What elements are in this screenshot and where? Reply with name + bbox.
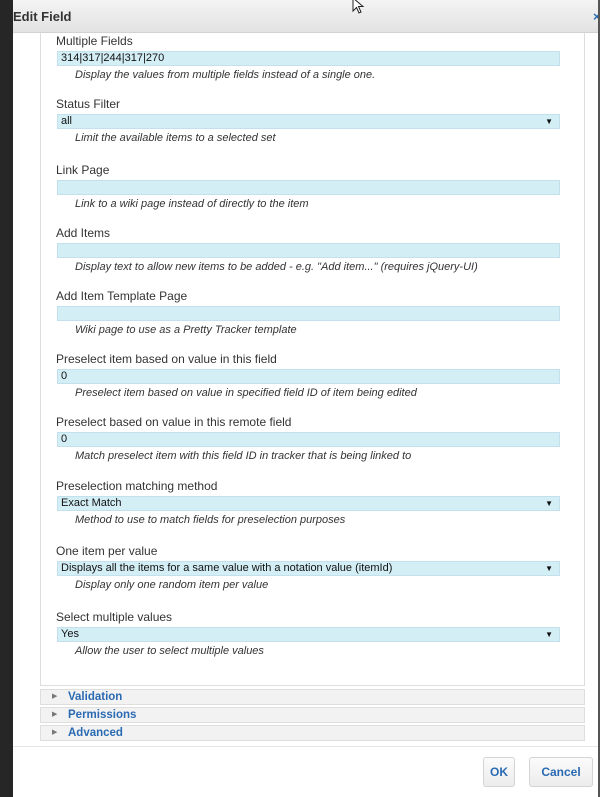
section-label: Permissions (68, 709, 137, 721)
field-label: Select multiple values (56, 610, 173, 624)
select-arrow-icon: ▼ (545, 499, 553, 508)
preselection-method-select[interactable]: Exact Match ▼ (57, 496, 560, 511)
add-item-template-page-input[interactable] (57, 306, 560, 321)
field-description: Display only one random item per value (75, 579, 269, 591)
field-label: Status Filter (56, 97, 121, 111)
dialog-title: Edit Field (13, 9, 72, 24)
field-description: Allow the user to select multiple values (75, 645, 264, 657)
field-label: Preselect item based on value in this fi… (56, 352, 277, 366)
select-arrow-icon: ▼ (545, 630, 553, 639)
preselect-remote-input[interactable]: 0 (57, 432, 560, 447)
field-description: Match preselect item with this field ID … (75, 450, 412, 462)
field-description: Limit the available items to a selected … (75, 132, 276, 144)
status-filter-select[interactable]: all ▼ (57, 114, 560, 129)
select-arrow-icon: ▼ (545, 117, 553, 126)
dialog-titlebar[interactable]: Edit Field × (13, 0, 598, 33)
field-label: Link Page (56, 163, 110, 177)
ok-button[interactable]: OK (483, 757, 515, 787)
section-permissions[interactable]: ▶ Permissions (40, 707, 585, 723)
link-page-input[interactable] (57, 180, 560, 195)
section-label: Advanced (68, 727, 123, 739)
select-value: all (61, 115, 73, 127)
field-description: Display text to allow new items to be ad… (75, 261, 478, 273)
field-description: Wiki page to use as a Pretty Tracker tem… (75, 324, 297, 336)
triangle-right-icon: ▶ (52, 711, 58, 718)
select-arrow-icon: ▼ (545, 564, 553, 573)
select-value: Yes (61, 628, 79, 640)
form-body: Multiple Fields 314|317|244|317|270 Disp… (40, 33, 585, 686)
cancel-button[interactable]: Cancel (529, 757, 593, 787)
section-label: Validation (68, 691, 123, 703)
select-multiple-values-select[interactable]: Yes ▼ (57, 627, 560, 642)
section-advanced[interactable]: ▶ Advanced (40, 725, 585, 741)
background-left-strip (0, 0, 13, 797)
field-description: Preselect item based on value in specifi… (75, 387, 417, 399)
select-value: Displays all the items for a same value … (61, 562, 393, 574)
footer-divider (13, 746, 598, 747)
triangle-right-icon: ▶ (52, 693, 58, 700)
one-item-per-value-select[interactable]: Displays all the items for a same value … (57, 561, 560, 576)
field-label: Preselect based on value in this remote … (56, 415, 292, 429)
section-validation[interactable]: ▶ Validation (40, 689, 585, 705)
field-label: Multiple Fields (56, 34, 133, 48)
triangle-right-icon: ▶ (52, 729, 58, 736)
field-label: One item per value (56, 544, 158, 558)
cursor-arrow-icon (352, 0, 365, 14)
field-description: Link to a wiki page instead of directly … (75, 198, 309, 210)
select-value: Exact Match (61, 497, 122, 509)
preselect-item-input[interactable]: 0 (57, 369, 560, 384)
multiple-fields-input[interactable]: 314|317|244|317|270 (57, 51, 560, 66)
field-label: Add Items (56, 226, 111, 240)
field-label: Preselection matching method (56, 479, 218, 493)
field-label: Add Item Template Page (56, 289, 188, 303)
edit-field-dialog: Edit Field × Multiple Fields 314|317|244… (13, 0, 598, 797)
add-items-input[interactable] (57, 243, 560, 258)
field-description: Method to use to match fields for presel… (75, 514, 346, 526)
field-description: Display the values from multiple fields … (75, 69, 376, 81)
